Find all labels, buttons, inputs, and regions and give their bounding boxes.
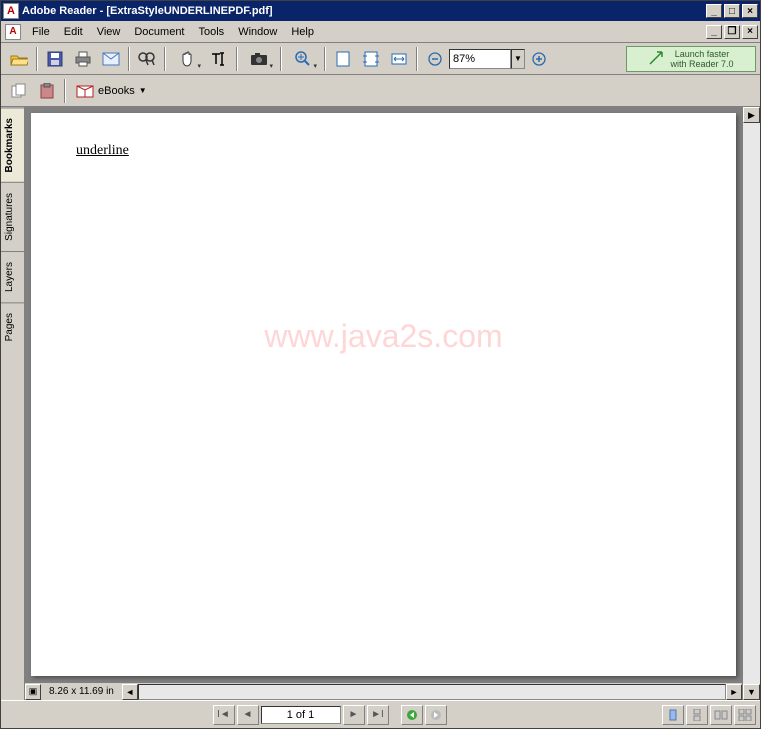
mdi-controls: _ ❐ ×: [704, 25, 758, 39]
zoom-input[interactable]: 87%: [449, 49, 511, 69]
tab-pages[interactable]: Pages: [1, 302, 24, 351]
menu-edit[interactable]: Edit: [57, 24, 90, 40]
promo-line1: Launch faster: [675, 49, 730, 59]
menu-help[interactable]: Help: [284, 24, 321, 40]
page-canvas[interactable]: underline www.java2s.com: [31, 113, 736, 676]
back-button[interactable]: [401, 705, 423, 725]
tab-signatures[interactable]: Signatures: [1, 182, 24, 251]
menu-window[interactable]: Window: [231, 24, 284, 40]
app-window: A Adobe Reader - [ExtraStyleUNDERLINEPDF…: [0, 0, 761, 729]
vscroll-track[interactable]: [743, 123, 760, 684]
open-button[interactable]: [6, 46, 32, 72]
last-page-button[interactable]: ►I: [367, 705, 389, 725]
continuous-facing-view-button[interactable]: [734, 705, 756, 725]
fit-page-button[interactable]: [358, 46, 384, 72]
page-dimensions: 8.26 x 11.69 in: [41, 686, 122, 697]
menu-bar: A File Edit View Document Tools Window H…: [1, 21, 760, 43]
window-title: Adobe Reader - [ExtraStyleUNDERLINEPDF.p…: [22, 5, 273, 17]
tab-bookmarks[interactable]: Bookmarks: [1, 107, 24, 182]
save-button[interactable]: [42, 46, 68, 72]
menu-tools[interactable]: Tools: [192, 24, 232, 40]
page-indicator[interactable]: 1 of 1: [261, 706, 341, 724]
side-tabs: Bookmarks Signatures Layers Pages: [1, 107, 25, 700]
zoom-dropdown-button[interactable]: ▼: [511, 49, 525, 69]
secondary-toolbar: eBooks ▼: [1, 75, 760, 107]
ebooks-label: eBooks: [98, 85, 135, 97]
right-gutter: ▶ ▼: [742, 107, 760, 700]
fit-width-button[interactable]: [386, 46, 412, 72]
status-bar: I◄ ◄ 1 of 1 ► ►I: [1, 700, 760, 728]
ruler-collapse-button[interactable]: ▣: [25, 684, 41, 700]
page-nav: I◄ ◄ 1 of 1 ► ►I: [213, 705, 447, 725]
maximize-button[interactable]: □: [724, 4, 740, 18]
content-area: Bookmarks Signatures Layers Pages underl…: [1, 107, 760, 700]
email-button[interactable]: [98, 46, 124, 72]
ebooks-icon: [76, 83, 94, 99]
title-bar[interactable]: A Adobe Reader - [ExtraStyleUNDERLINEPDF…: [1, 1, 760, 21]
doc-minimize-button[interactable]: _: [706, 25, 722, 39]
document-text: underline: [76, 143, 129, 159]
next-page-button[interactable]: ►: [343, 705, 365, 725]
close-button[interactable]: ×: [742, 4, 758, 18]
menu-file[interactable]: File: [25, 24, 57, 40]
vscroll-down-button[interactable]: ▼: [743, 684, 760, 700]
prev-page-button[interactable]: ◄: [237, 705, 259, 725]
zoom-out-button[interactable]: [422, 46, 448, 72]
gutter-expand-button[interactable]: ▶: [743, 107, 760, 123]
promo-line2: with Reader 7.0: [670, 59, 733, 69]
tab-layers[interactable]: Layers: [1, 251, 24, 302]
doc-close-button[interactable]: ×: [742, 25, 758, 39]
document-icon[interactable]: A: [5, 24, 21, 40]
single-page-view-button[interactable]: [662, 705, 684, 725]
hscroll-track[interactable]: [138, 684, 726, 700]
bottom-ruler: ▣ 8.26 x 11.69 in ◄ ►: [25, 682, 742, 700]
main-toolbar: 87% ▼ Launch fasterwith Reader 7.0: [1, 43, 760, 75]
menu-document[interactable]: Document: [127, 24, 191, 40]
hscroll-left-button[interactable]: ◄: [122, 684, 138, 700]
menu-view[interactable]: View: [90, 24, 128, 40]
promo-banner[interactable]: Launch fasterwith Reader 7.0: [626, 46, 756, 72]
chevron-down-icon: ▼: [139, 86, 147, 95]
first-page-button[interactable]: I◄: [213, 705, 235, 725]
print-button[interactable]: [70, 46, 96, 72]
continuous-view-button[interactable]: [686, 705, 708, 725]
clipboard-button[interactable]: [34, 78, 60, 104]
app-icon: A: [3, 3, 19, 19]
actual-size-button[interactable]: [330, 46, 356, 72]
view-mode-group: [662, 705, 756, 725]
forward-button[interactable]: [425, 705, 447, 725]
hand-tool-button[interactable]: [170, 46, 204, 72]
facing-view-button[interactable]: [710, 705, 732, 725]
doc-restore-button[interactable]: ❐: [724, 25, 740, 39]
text-select-tool-button[interactable]: [206, 46, 232, 72]
hscroll-right-button[interactable]: ►: [726, 684, 742, 700]
snapshot-tool-button[interactable]: [242, 46, 276, 72]
watermark: www.java2s.com: [264, 318, 502, 355]
document-viewport: underline www.java2s.com ▣ 8.26 x 11.69 …: [25, 107, 742, 700]
minimize-button[interactable]: _: [706, 4, 722, 18]
zoom-plus-button[interactable]: [526, 46, 552, 72]
ebooks-button[interactable]: eBooks ▼: [69, 79, 154, 103]
zoom-in-button[interactable]: [286, 46, 320, 72]
copy-button[interactable]: [6, 78, 32, 104]
search-button[interactable]: [134, 46, 160, 72]
